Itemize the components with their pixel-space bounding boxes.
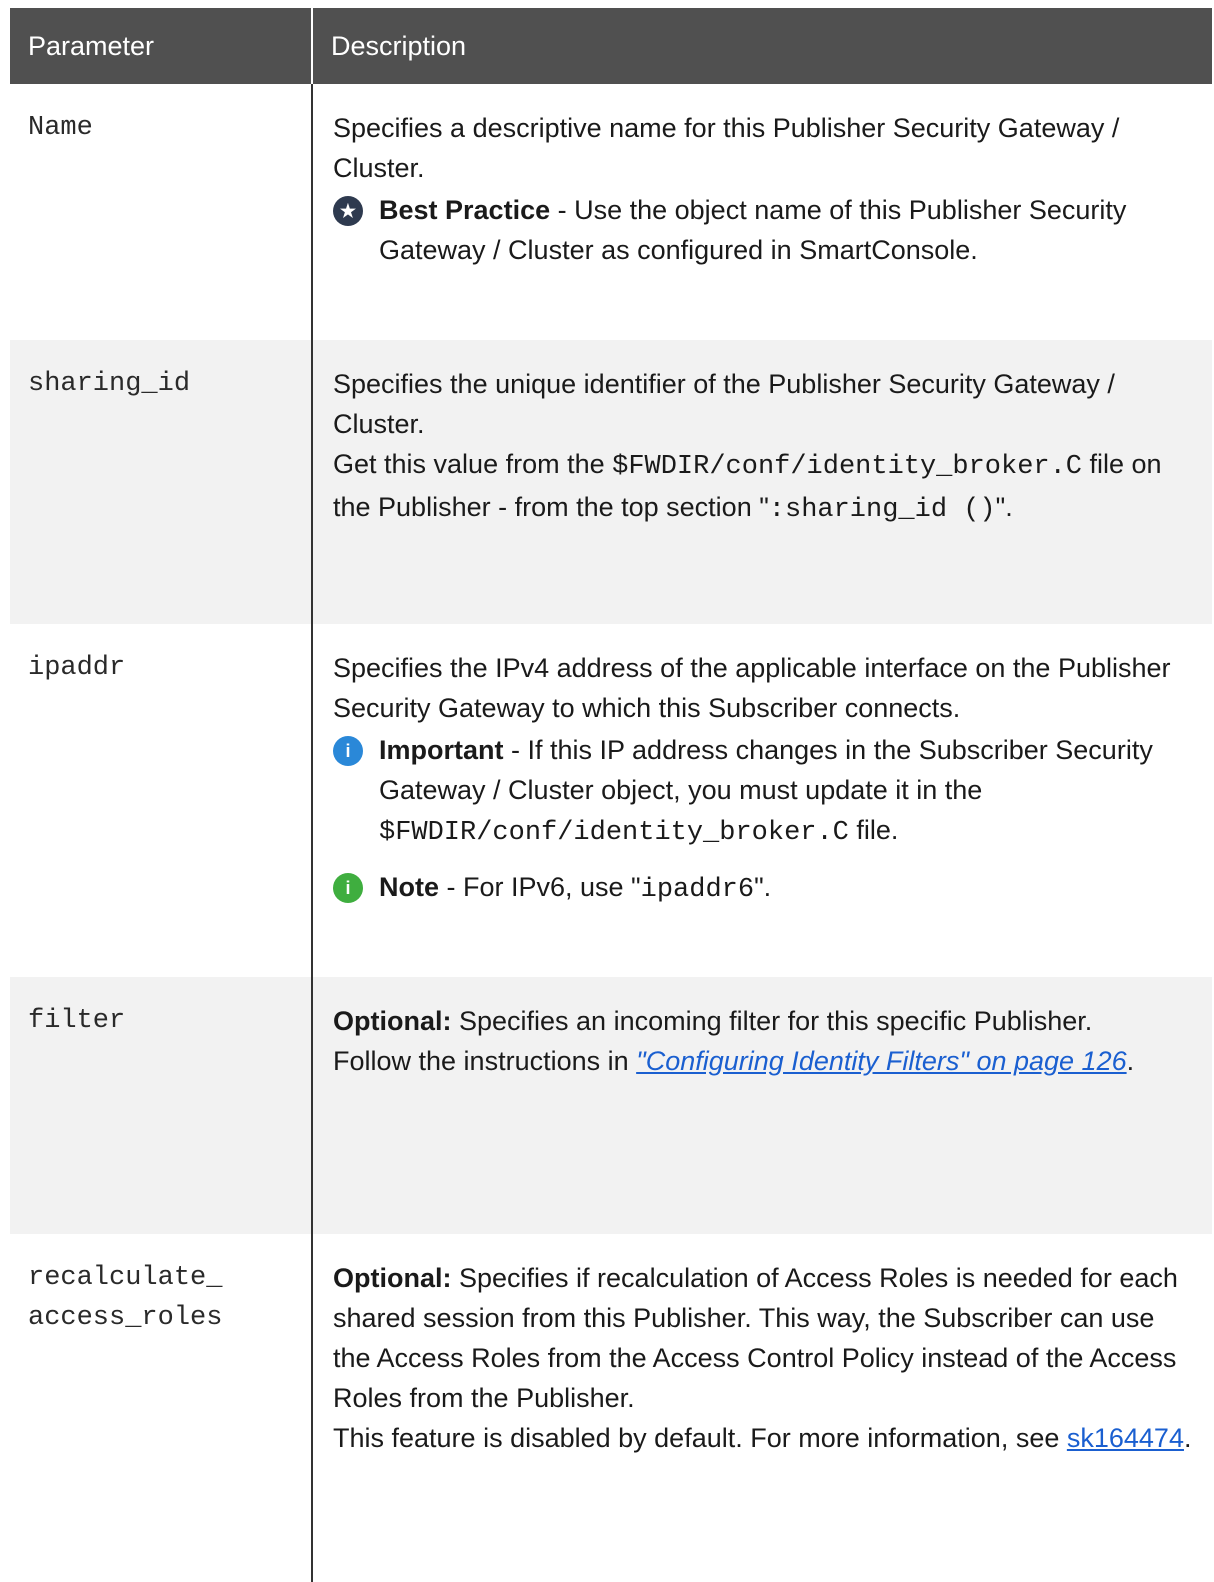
param-ipaddr: ipaddr: [10, 624, 313, 977]
note-label: Note: [379, 872, 439, 902]
param-name: Name: [10, 84, 313, 340]
follow-end: .: [1126, 1046, 1135, 1076]
feature-text: This feature is disabled by default. For…: [333, 1423, 1067, 1453]
desc-text: Specifies if recalculation of Access Rol…: [333, 1263, 1178, 1413]
table-header-row: Parameter Description: [10, 8, 1212, 84]
important-end: file.: [848, 815, 899, 845]
desc-name: Specifies a descriptive name for this Pu…: [312, 84, 1212, 340]
get-code2: :sharing_id (): [768, 495, 996, 525]
table-row: ipaddr Specifies the IPv4 address of the…: [10, 624, 1212, 977]
param-recalculate: recalculate_ access_roles: [10, 1234, 313, 1582]
important-code: $FWDIR/conf/identity_broker.C: [379, 818, 849, 848]
header-parameter: Parameter: [10, 8, 313, 84]
ipv6-note: i Note - For IPv6, use "ipaddr6".: [333, 867, 1192, 910]
param-filter: filter: [10, 977, 313, 1234]
desc-sharing-id: Specifies the unique identifier of the P…: [312, 340, 1212, 624]
note-text: - For IPv6, use ": [439, 872, 641, 902]
important-label: Important: [379, 735, 504, 765]
info-icon: i: [333, 736, 363, 766]
parameters-table: Parameter Description Name Specifies a d…: [10, 8, 1212, 1582]
desc-text: Specifies the IPv4 address of the applic…: [333, 653, 1171, 723]
note-code: ipaddr6: [640, 875, 755, 905]
table-row: Name Specifies a descriptive name for th…: [10, 84, 1212, 340]
identity-filters-link[interactable]: "Configuring Identity Filters" on page 1…: [636, 1046, 1126, 1076]
important-note: i Important - If this IP address changes…: [333, 730, 1192, 853]
follow-text: Follow the instructions in: [333, 1046, 637, 1076]
get-code: $FWDIR/conf/identity_broker.C: [612, 452, 1083, 482]
feature-end: .: [1183, 1423, 1192, 1453]
desc-text: Specifies an incoming filter for this sp…: [451, 1006, 1093, 1036]
param-line-1: recalculate_: [28, 1263, 223, 1293]
param-sharing-id: sharing_id: [10, 340, 313, 624]
sk-link[interactable]: sk164474: [1067, 1423, 1184, 1453]
optional-label: Optional:: [333, 1263, 452, 1293]
best-practice-label: Best Practice: [379, 195, 551, 225]
param-line-2: access_roles: [28, 1303, 223, 1333]
table-row: filter Optional: Specifies an incoming f…: [10, 977, 1212, 1234]
desc-filter: Optional: Specifies an incoming filter f…: [312, 977, 1212, 1234]
table-row: sharing_id Specifies the unique identifi…: [10, 340, 1212, 624]
header-description: Description: [312, 8, 1212, 84]
desc-text: Specifies a descriptive name for this Pu…: [333, 113, 1120, 183]
table-row: recalculate_ access_roles Optional: Spec…: [10, 1234, 1212, 1582]
desc-ipaddr: Specifies the IPv4 address of the applic…: [312, 624, 1212, 977]
desc-recalculate: Optional: Specifies if recalculation of …: [312, 1234, 1212, 1582]
get-text: Get this value from the: [333, 449, 613, 479]
get-end: ".: [995, 492, 1013, 522]
star-icon: ★: [333, 196, 363, 226]
desc-text: Specifies the unique identifier of the P…: [333, 369, 1115, 439]
note-end: ".: [754, 872, 772, 902]
optional-label: Optional:: [333, 1006, 452, 1036]
best-practice-note: ★ Best Practice - Use the object name of…: [333, 190, 1192, 270]
note-icon: i: [333, 873, 363, 903]
